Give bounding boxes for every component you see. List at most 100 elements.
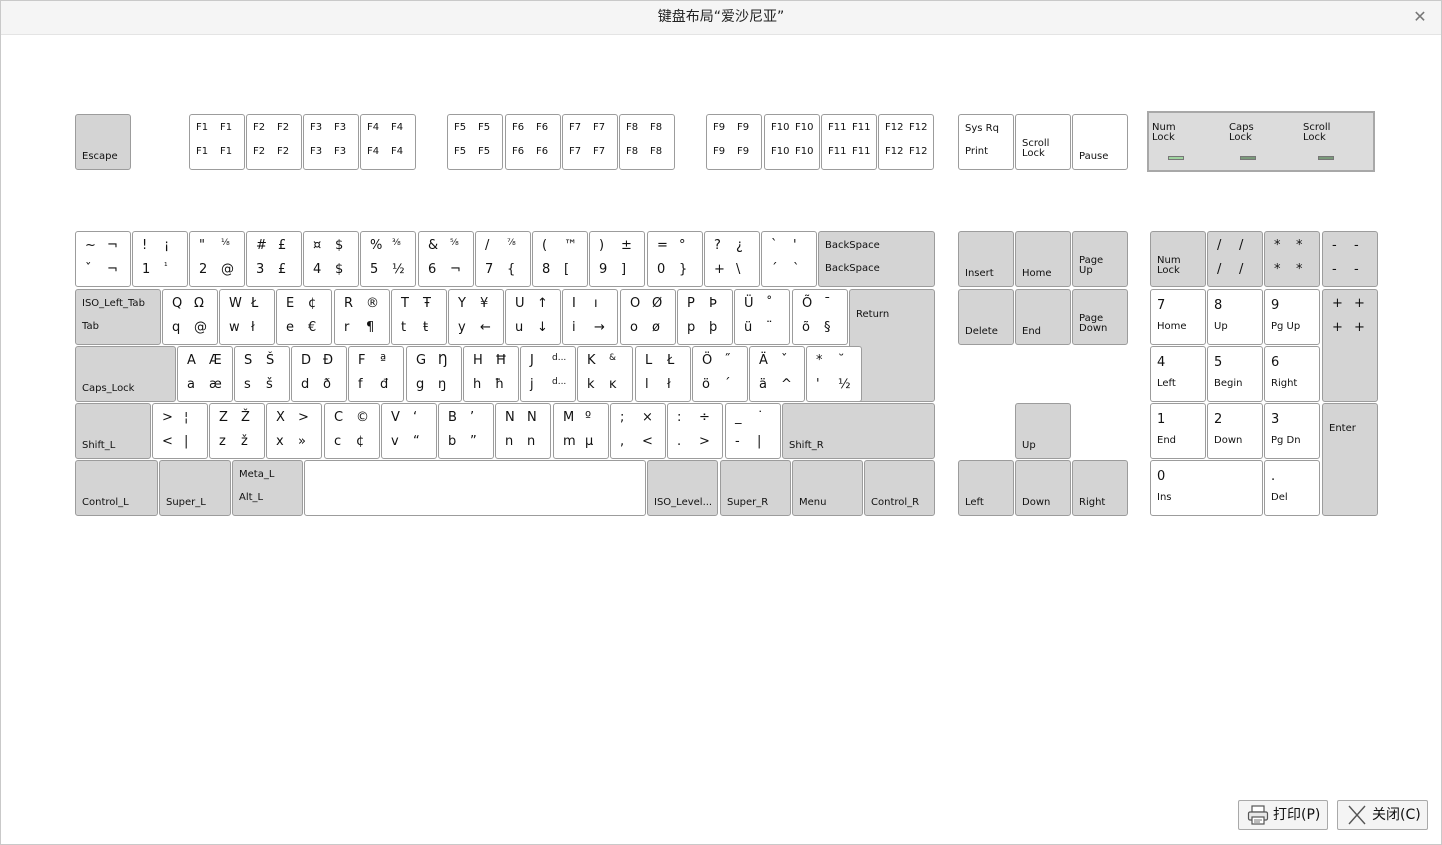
key-slash[interactable]: _ ˙ - |	[725, 403, 781, 459]
key-space[interactable]	[304, 460, 646, 516]
key-0[interactable]: = ° 0}	[647, 231, 703, 287]
key-control-l[interactable]: Control_L	[75, 460, 158, 516]
print-button[interactable]: 打印(P)	[1238, 800, 1328, 830]
key-alt-l[interactable]: Meta_L Alt_L	[232, 460, 303, 516]
key-kp-0[interactable]: 0 Ins	[1150, 460, 1263, 516]
key-kp-multiply[interactable]: * * * *	[1264, 231, 1320, 287]
key-w[interactable]: WŁwł	[219, 289, 275, 345]
key-insert[interactable]: Insert	[958, 231, 1014, 287]
key-r[interactable]: R ® r ¶	[334, 289, 390, 345]
key-caps-lock[interactable]: Caps_Lock	[75, 346, 176, 402]
key-n[interactable]: NNnn	[495, 403, 551, 459]
key-kp-8[interactable]: 8 Up	[1207, 289, 1263, 345]
key-kp-subtract[interactable]: - - - -	[1322, 231, 1378, 287]
key-down[interactable]: Down	[1015, 460, 1071, 516]
key-l[interactable]: LŁl ł	[635, 346, 691, 402]
key-x[interactable]: X > x »	[266, 403, 322, 459]
key-h[interactable]: HĦhħ	[463, 346, 519, 402]
key-m[interactable]: Mºmµ	[553, 403, 609, 459]
key-super-l[interactable]: Super_L	[159, 460, 231, 516]
key-o[interactable]: OØoø	[620, 289, 676, 345]
key-6[interactable]: & ⅝ 6 ¬	[418, 231, 474, 287]
key-shift-r[interactable]: Shift_R	[782, 403, 935, 459]
key-5[interactable]: % ⅜ 5 ½	[360, 231, 416, 287]
key-k[interactable]: K & k ĸ	[577, 346, 633, 402]
key-g[interactable]: GŊgŋ	[406, 346, 462, 402]
key-up[interactable]: Up	[1015, 403, 1071, 459]
key-apostrophe[interactable]: * ˘ ' ½	[806, 346, 862, 402]
close-button[interactable]: 关闭(C)	[1337, 800, 1428, 830]
key-period[interactable]: : ÷. >	[667, 403, 723, 459]
key-z[interactable]: ZŽzž	[209, 403, 265, 459]
key-tab[interactable]: ISO_Left_Tab Tab	[75, 289, 161, 345]
key-f6[interactable]: F6 F6 F6 F6	[505, 114, 561, 170]
key-8[interactable]: (™ 8 [	[532, 231, 588, 287]
key-grave[interactable]: ~ ¬ ˇ ¬	[75, 231, 131, 287]
key-2[interactable]: " ⅛ 2 @	[189, 231, 245, 287]
key-f3[interactable]: F3 F3 F3 F3	[303, 114, 359, 170]
key-equal[interactable]: ` ' ´ `	[761, 231, 817, 287]
key-f2[interactable]: F2 F2 F2 F2	[246, 114, 302, 170]
key-y[interactable]: Y ¥ y ←	[448, 289, 504, 345]
key-shift-l[interactable]: Shift_L	[75, 403, 151, 459]
key-f4[interactable]: F4 F4 F4 F4	[360, 114, 416, 170]
key-f12[interactable]: F12 F12 F12 F12	[878, 114, 934, 170]
key-scroll-lock[interactable]: Scroll Lock	[1015, 114, 1071, 170]
key-control-r[interactable]: Control_R	[864, 460, 935, 516]
key-f10[interactable]: F10 F10 F10 F10	[764, 114, 820, 170]
key-kp-decimal[interactable]: . Del	[1264, 460, 1320, 516]
key-escape[interactable]: Escape	[75, 114, 131, 170]
key-sysrq[interactable]: Sys Rq Print	[958, 114, 1014, 170]
key-num-lock[interactable]: Num Lock	[1150, 231, 1206, 287]
key-menu[interactable]: Menu	[792, 460, 863, 516]
key-less[interactable]: > ¦ < |	[152, 403, 208, 459]
key-super-r[interactable]: Super_R	[720, 460, 791, 516]
key-p[interactable]: PÞpþ	[677, 289, 733, 345]
key-odiaeresis[interactable]: Ö ˝ ö ´	[692, 346, 748, 402]
key-page-up[interactable]: Page Up	[1072, 231, 1128, 287]
key-4[interactable]: ¤ $4 $	[303, 231, 359, 287]
key-kp-5[interactable]: 5 Begin	[1207, 346, 1263, 402]
key-udiaeresis[interactable]: Ü ˚ ü ¨	[734, 289, 790, 345]
key-otilde[interactable]: Õ ¯ õ §	[792, 289, 848, 345]
key-b[interactable]: B ’ b ”	[438, 403, 494, 459]
key-kp-add[interactable]: + + + +	[1322, 289, 1378, 402]
key-f1[interactable]: F1 F1 F1 F1	[189, 114, 245, 170]
key-end[interactable]: End	[1015, 289, 1071, 345]
key-9[interactable]: ) ±9]	[589, 231, 645, 287]
key-pause[interactable]: Pause	[1072, 114, 1128, 170]
key-kp-3[interactable]: 3 Pg Dn	[1264, 403, 1320, 459]
key-home[interactable]: Home	[1015, 231, 1071, 287]
key-7[interactable]: / ⅞ 7 {	[475, 231, 531, 287]
key-left[interactable]: Left	[958, 460, 1014, 516]
key-f9[interactable]: F9 F9 F9 F9	[706, 114, 762, 170]
key-backspace[interactable]: BackSpace BackSpace	[818, 231, 935, 287]
key-f7[interactable]: F7 F7 F7 F7	[562, 114, 618, 170]
key-a[interactable]: AÆaæ	[177, 346, 233, 402]
key-3[interactable]: # £3 £	[246, 231, 302, 287]
key-kp-2[interactable]: 2 Down	[1207, 403, 1263, 459]
key-iso-level[interactable]: ISO_Level...	[647, 460, 718, 516]
key-f5[interactable]: F5 F5 F5 F5	[447, 114, 503, 170]
key-kp-6[interactable]: 6 Right	[1264, 346, 1320, 402]
key-right[interactable]: Right	[1072, 460, 1128, 516]
key-f11[interactable]: F11 F11 F11 F11	[821, 114, 877, 170]
key-adiaeresis[interactable]: Ä ˇ ä ^	[749, 346, 805, 402]
key-delete[interactable]: Delete	[958, 289, 1014, 345]
key-kp-7[interactable]: 7 Home	[1150, 289, 1206, 345]
key-kp-4[interactable]: 4 Left	[1150, 346, 1206, 402]
key-page-down[interactable]: Page Down	[1072, 289, 1128, 345]
key-v[interactable]: V ‘ v “	[381, 403, 437, 459]
key-f[interactable]: Fª f đ	[348, 346, 404, 402]
key-u[interactable]: U ↑ u ↓	[505, 289, 561, 345]
key-comma[interactable]: ; ×, <	[610, 403, 666, 459]
key-j[interactable]: Jd... j d...	[520, 346, 576, 402]
key-f8[interactable]: F8 F8 F8 F8	[619, 114, 675, 170]
key-kp-divide[interactable]: / / / /	[1207, 231, 1263, 287]
key-c[interactable]: C © c ¢	[324, 403, 380, 459]
key-kp-9[interactable]: 9 Pg Up	[1264, 289, 1320, 345]
key-minus[interactable]: ? ¿ + \	[704, 231, 760, 287]
key-d[interactable]: DĐdð	[291, 346, 347, 402]
key-i[interactable]: Iı i →	[562, 289, 618, 345]
key-kp-1[interactable]: 1 End	[1150, 403, 1206, 459]
